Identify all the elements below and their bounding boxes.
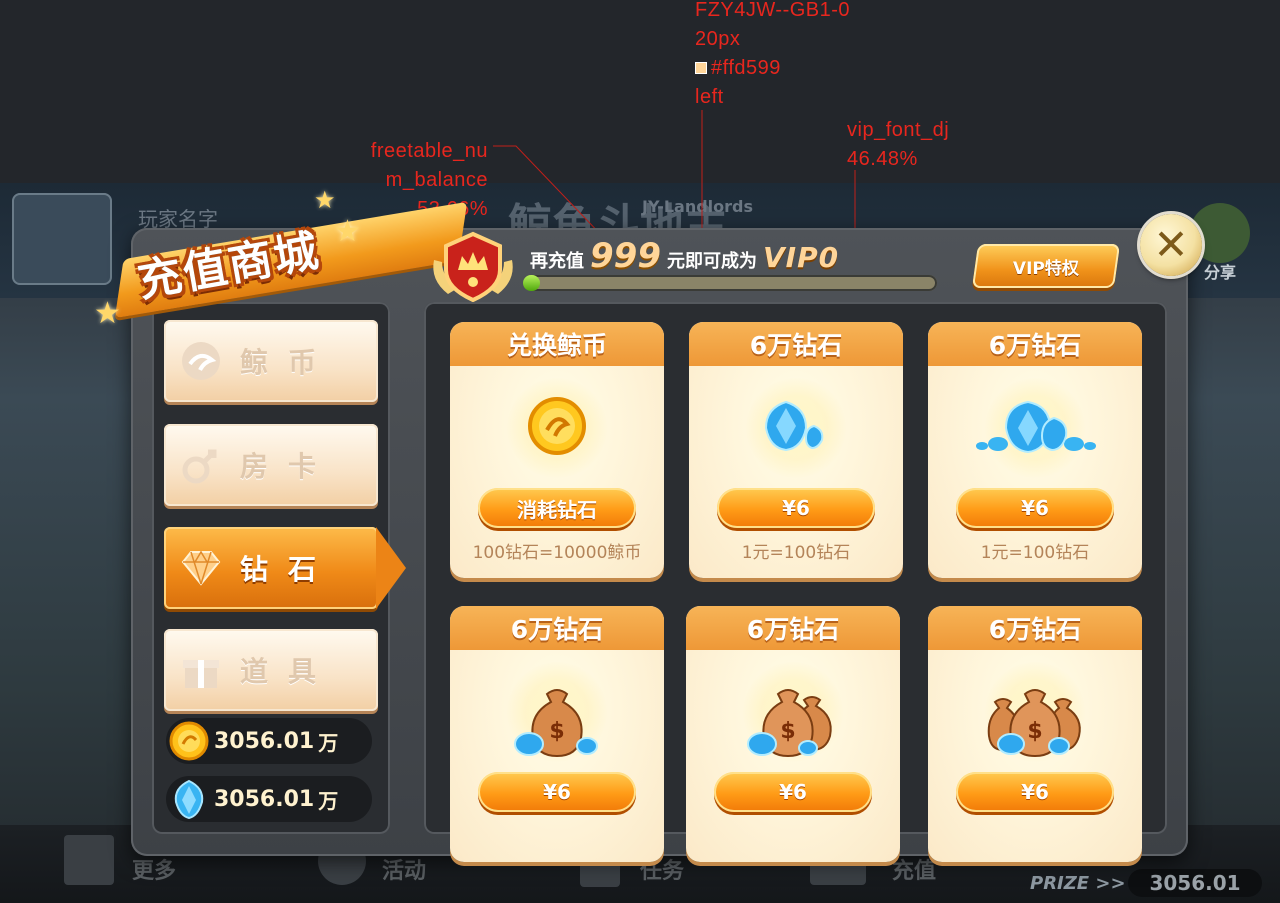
product-title: 6万钻石 xyxy=(450,606,664,650)
vip-recharge-hint: 再充值 999 元即可成为 VIP0 xyxy=(530,236,839,276)
diamond-icon xyxy=(174,779,204,820)
product-title: 6万钻石 xyxy=(928,606,1142,650)
diamond-balance-unit: 万 xyxy=(318,788,339,813)
close-icon: ✕ xyxy=(1153,220,1189,269)
buy-button[interactable]: ¥6 xyxy=(478,772,636,812)
star-icon: ★ xyxy=(94,296,121,331)
product-art xyxy=(928,366,1142,486)
sidebar-item-label: 房卡 xyxy=(240,450,337,483)
diamond-balance-value: 3056.01 xyxy=(214,786,315,812)
gold-coin-icon xyxy=(528,397,586,455)
product-art xyxy=(689,366,903,486)
money-bags-icon: $ xyxy=(747,689,832,758)
sidebar-item-label: 钻石 xyxy=(240,553,337,586)
vip-progress-bar xyxy=(523,275,937,291)
active-indicator-arrow xyxy=(376,527,406,609)
sidebar-item-props[interactable]: 道具 xyxy=(164,629,378,711)
money-bag-icon: $ xyxy=(514,689,598,758)
coin-balance-unit: 万 xyxy=(318,730,339,755)
room-card-icon xyxy=(178,442,224,488)
product-art xyxy=(450,366,664,486)
buy-button[interactable]: ¥6 xyxy=(714,772,872,812)
exchange-rate: 100钻石=10000鲸币 xyxy=(472,543,642,563)
product-title: 6万钻石 xyxy=(928,322,1142,366)
sidebar-item-whale-coin[interactable]: 鲸币 xyxy=(164,320,378,402)
shop-title-banner: 充值商城 ★ ★ ★ xyxy=(94,186,468,331)
product-card[interactable]: 6万钻石 $ ¥6 xyxy=(450,606,664,862)
star-icon: ★ xyxy=(334,214,361,249)
coin-balance-value: 3056.01 xyxy=(214,728,315,754)
diamond-icon xyxy=(178,545,224,591)
vip-crown-badge-icon xyxy=(433,231,513,302)
close-button[interactable]: ✕ xyxy=(1140,214,1202,276)
vip-privilege-button[interactable]: VIP特权 xyxy=(971,244,1121,288)
product-art: $ xyxy=(928,650,1142,770)
sidebar-item-label: 鲸币 xyxy=(240,346,337,379)
exchange-rate: 1元=100钻石 xyxy=(980,543,1090,563)
vip-prefix: 再充值 xyxy=(530,251,584,272)
vip-suffix: 元即可成为 xyxy=(666,251,757,272)
diamond-heap-icon xyxy=(976,400,1096,454)
product-card[interactable]: 兑换鲸币 消耗钻石 100钻石=10000鲸币 xyxy=(450,322,664,578)
product-card[interactable]: 6万钻石 ¥6 1元=100钻石 xyxy=(928,322,1142,578)
vip-progress-fill xyxy=(523,275,540,291)
money-bags-icon: $ xyxy=(987,689,1081,758)
vip-amount: 999 xyxy=(590,236,661,276)
star-icon: ★ xyxy=(314,186,336,214)
sidebar-item-diamond[interactable]: 钻石 xyxy=(164,527,378,609)
svg-text:$: $ xyxy=(780,719,795,744)
product-title: 6万钻石 xyxy=(686,606,900,650)
diamond-pile-icon xyxy=(764,400,824,452)
product-card[interactable]: 6万钻石 $ ¥6 xyxy=(686,606,900,862)
vip-level: VIP0 xyxy=(762,241,840,274)
product-art: $ xyxy=(450,650,664,770)
exchange-rate: 1元=100钻石 xyxy=(741,543,851,563)
sidebar-item-label: 道具 xyxy=(240,655,337,688)
coin-balance: 3056.01 万 xyxy=(166,718,372,764)
sidebar-item-room-card[interactable]: 房卡 xyxy=(164,424,378,506)
vip-privilege-label: VIP特权 xyxy=(1013,258,1079,279)
product-card[interactable]: 6万钻石 ¥6 1元=100钻石 xyxy=(689,322,903,578)
whale-coin-icon xyxy=(178,338,224,384)
consume-diamond-button[interactable]: 消耗钻石 xyxy=(478,488,636,528)
product-title: 兑换鲸币 xyxy=(450,322,664,366)
diamond-balance: 3056.01 万 xyxy=(166,776,372,822)
svg-text:$: $ xyxy=(549,719,564,744)
buy-button[interactable]: ¥6 xyxy=(956,488,1114,528)
product-art: $ xyxy=(686,650,900,770)
svg-text:$: $ xyxy=(1027,719,1042,744)
buy-button[interactable]: ¥6 xyxy=(717,488,875,528)
buy-button[interactable]: ¥6 xyxy=(956,772,1114,812)
product-card[interactable]: 6万钻石 $ ¥6 xyxy=(928,606,1142,862)
gold-coin-icon xyxy=(169,721,209,761)
gift-icon xyxy=(178,647,224,693)
product-title: 6万钻石 xyxy=(689,322,903,366)
